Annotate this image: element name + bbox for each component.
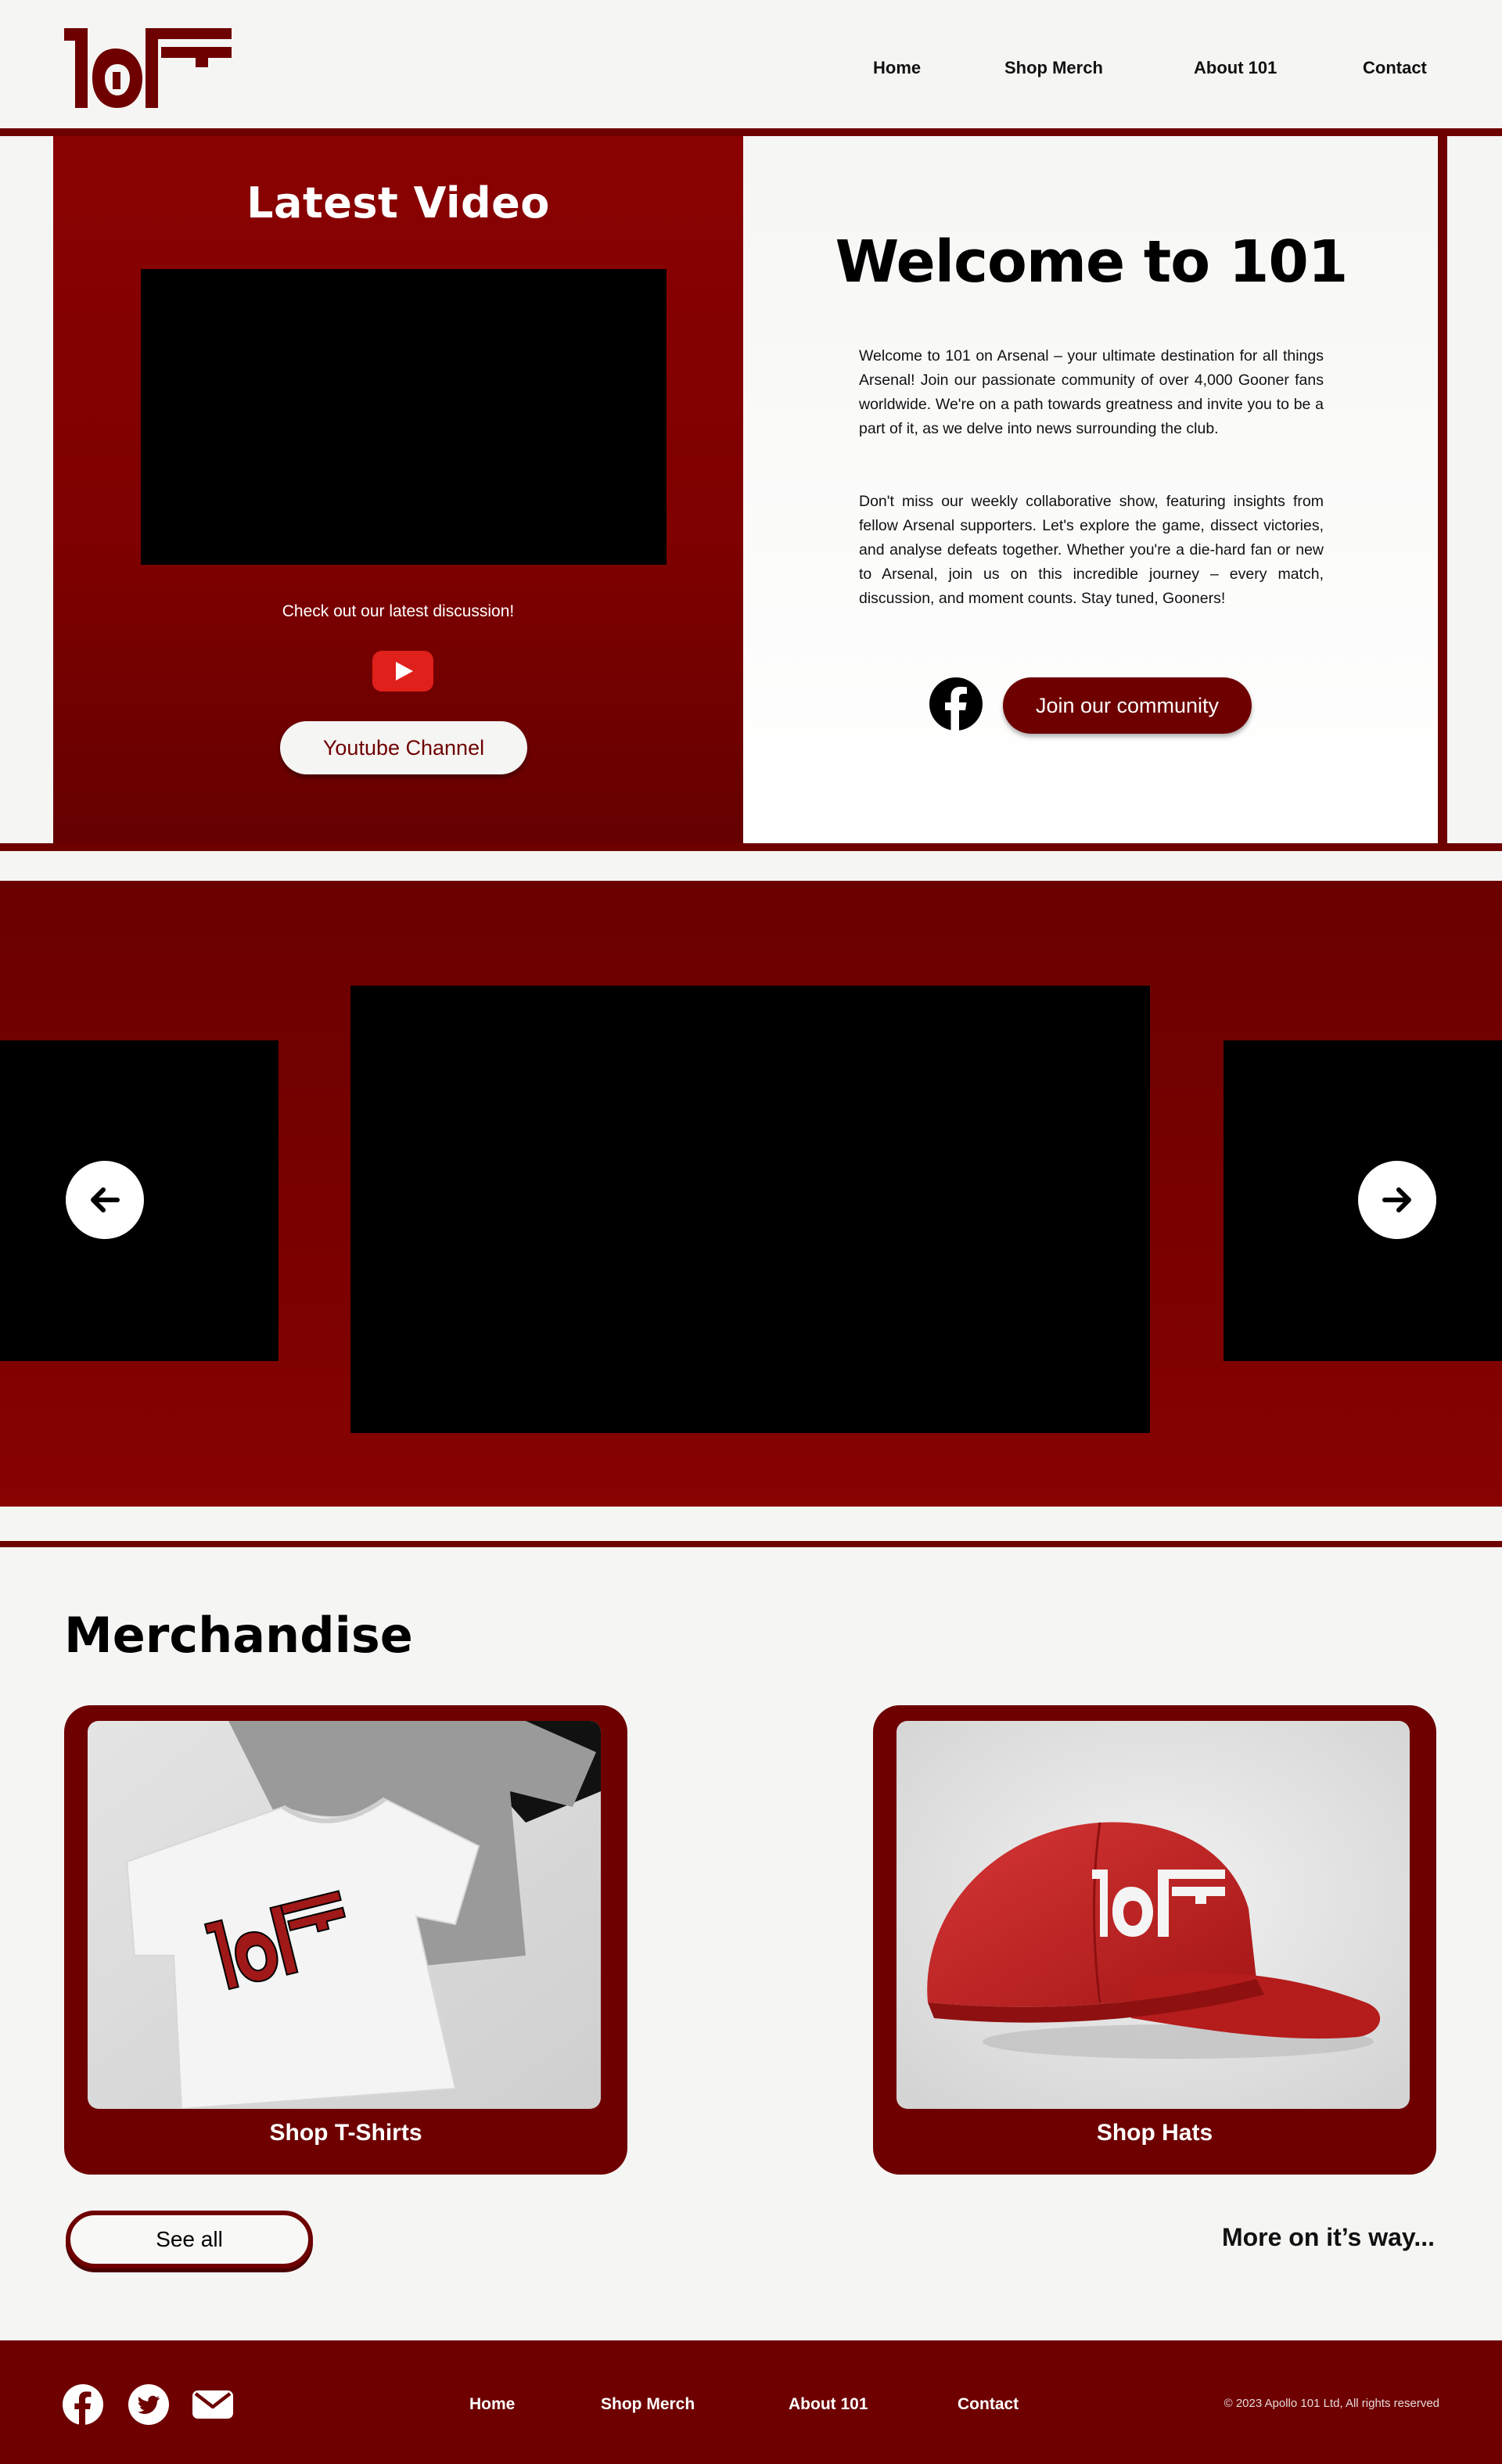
hero-gutter <box>1447 136 1455 845</box>
nav-home[interactable]: Home <box>873 58 921 78</box>
youtube-channel-button[interactable]: Youtube Channel <box>280 721 527 774</box>
merch-card-label: Shop T-Shirts <box>269 2120 422 2146</box>
merchandise-title: Merchandise <box>64 1607 413 1664</box>
welcome-paragraph: Don't miss our weekly collaborative show… <box>859 493 1324 607</box>
footer-nav-home[interactable]: Home <box>469 2395 515 2414</box>
arrow-left-icon <box>91 1187 120 1212</box>
logo-101[interactable] <box>61 25 233 111</box>
more-coming-text: More on it’s way... <box>1221 2223 1435 2251</box>
footer-nav-contact[interactable]: Contact <box>958 2395 1019 2414</box>
carousel-next-button[interactable] <box>1358 1161 1436 1239</box>
merch-card-label: Shop Hats <box>1096 2120 1213 2146</box>
facebook-icon[interactable] <box>63 2384 103 2425</box>
hero-divider <box>0 843 1502 851</box>
latest-video-caption: Check out our latest discussion! <box>282 602 515 620</box>
welcome-paragraph: Welcome to 101 on Arsenal – your ultimat… <box>859 347 1324 437</box>
hat-image <box>897 1721 1410 2109</box>
merch-card-tshirts[interactable]: Shop T-Shirts <box>64 1705 627 2175</box>
arrow-right-icon <box>1382 1187 1411 1212</box>
merch-card-hats[interactable]: Shop Hats <box>873 1705 1436 2175</box>
header-divider <box>0 128 1502 136</box>
facebook-icon[interactable] <box>929 677 983 731</box>
site-header: Home Shop Merch About 101 Contact <box>0 0 1502 130</box>
nav-contact[interactable]: Contact <box>1363 58 1427 78</box>
tshirt-image <box>88 1721 601 2109</box>
carousel-divider <box>0 1541 1502 1547</box>
footer-nav-about[interactable]: About 101 <box>789 2395 868 2414</box>
welcome-title: Welcome to 101 <box>835 228 1349 296</box>
twitter-icon[interactable] <box>128 2384 169 2425</box>
youtube-icon[interactable] <box>372 651 433 691</box>
latest-video-title: Latest Video <box>246 178 550 228</box>
nav-shop-merch[interactable]: Shop Merch <box>1004 58 1103 78</box>
nav-about[interactable]: About 101 <box>1194 58 1277 78</box>
see-all-button[interactable]: See all <box>66 2211 313 2268</box>
carousel-prev-button[interactable] <box>66 1161 144 1239</box>
email-icon[interactable] <box>192 2384 233 2425</box>
carousel-slide-current[interactable] <box>350 986 1150 1433</box>
join-community-button[interactable]: Join our community <box>1003 677 1252 734</box>
footer-nav-shop-merch[interactable]: Shop Merch <box>601 2395 695 2414</box>
copyright-text: © 2023 Apollo 101 Ltd, All rights reserv… <box>1224 2397 1439 2410</box>
latest-video-player[interactable] <box>141 269 667 565</box>
